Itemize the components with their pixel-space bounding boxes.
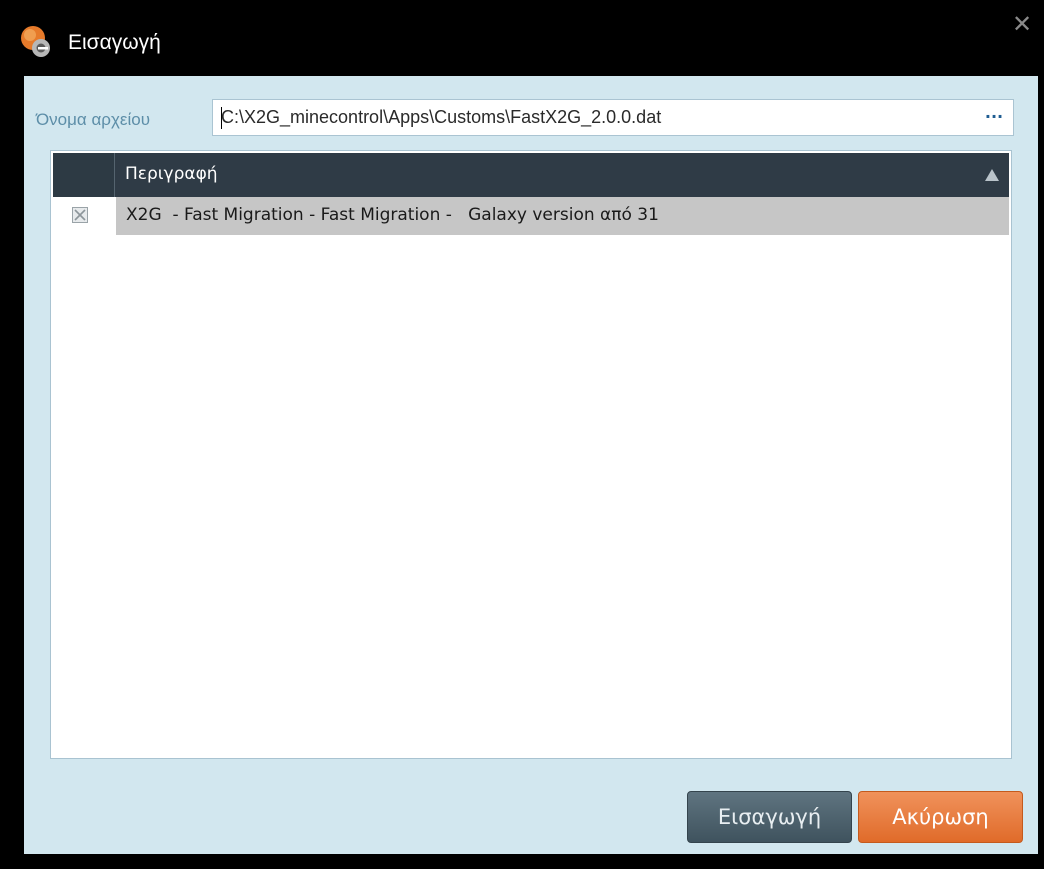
row-check-cell[interactable] [53, 197, 116, 235]
file-path-field[interactable]: C:\X2G_minecontrol\Apps\Customs\FastX2G_… [212, 99, 1014, 136]
file-path-value: C:\X2G_minecontrol\Apps\Customs\FastX2G_… [221, 107, 662, 127]
row-description: X2G - Fast Migration - Fast Migration - … [126, 205, 659, 225]
row-description-cell[interactable]: X2G - Fast Migration - Fast Migration - … [116, 197, 1009, 235]
items-grid: Περιγραφή X2G - Fast Migration - Fast Mi… [50, 150, 1012, 759]
file-name-label: Όνομα αρχείου [36, 110, 150, 129]
checkbox-x-icon [74, 209, 86, 221]
description-column-header[interactable]: Περιγραφή [125, 164, 218, 184]
title-bar[interactable]: Εισαγωγή ✕ [10, 0, 1040, 76]
text-caret [221, 107, 222, 129]
sort-ascending-icon[interactable] [985, 169, 999, 181]
close-button[interactable]: ✕ [1010, 12, 1034, 36]
select-column-header[interactable] [53, 153, 115, 197]
grid-header: Περιγραφή [53, 153, 1009, 197]
browse-button[interactable]: ··· [981, 104, 1007, 130]
import-dialog: Εισαγωγή ✕ Όνομα αρχείου C:\X2G_minecont… [10, 0, 1040, 866]
app-logo-icon [21, 26, 50, 57]
window-title: Εισαγωγή [68, 31, 161, 54]
row-checkbox[interactable] [72, 207, 88, 223]
import-button[interactable]: Εισαγωγή [687, 791, 852, 843]
table-row[interactable]: X2G - Fast Migration - Fast Migration - … [53, 197, 1009, 235]
cancel-button[interactable]: Ακύρωση [858, 791, 1023, 843]
